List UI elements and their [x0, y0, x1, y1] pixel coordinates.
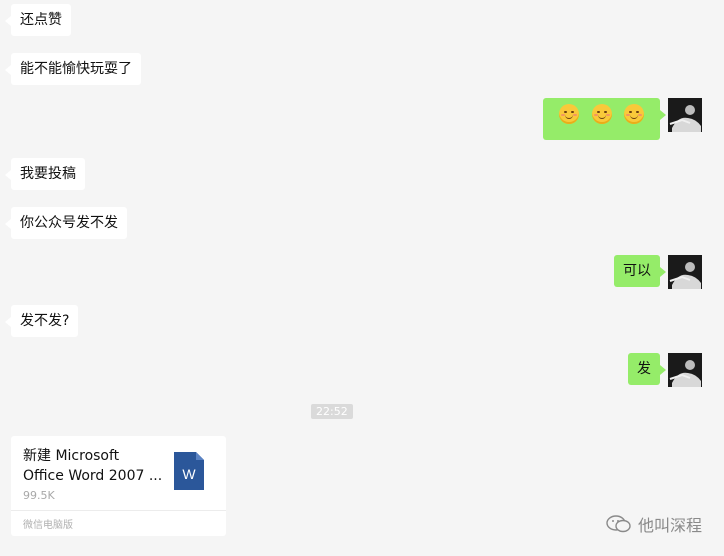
- avatar-image-icon: [668, 255, 702, 289]
- watermark: 他叫深程: [606, 512, 702, 536]
- outgoing-message[interactable]: 发: [628, 353, 666, 385]
- message-text: 发不发?: [20, 313, 70, 329]
- wechat-logo-icon: [606, 515, 631, 533]
- message-text: 你公众号发不发: [20, 215, 118, 231]
- file-size: 99.5K: [23, 489, 55, 502]
- message-text: 可以: [623, 263, 651, 279]
- outgoing-emoji-message[interactable]: [543, 98, 666, 140]
- file-source-label: 微信电脑版: [23, 520, 73, 531]
- message-text: 还点赞: [20, 12, 62, 28]
- incoming-message[interactable]: 能不能愉快玩耍了: [5, 53, 141, 85]
- divider: [11, 510, 226, 511]
- chat-window: 还点赞 能不能愉快玩耍了 我要投稿 你公众号发不发 可以 发不发? 发 22:5…: [0, 0, 724, 556]
- message-text: 能不能愉快玩耍了: [20, 61, 132, 77]
- incoming-message[interactable]: 我要投稿: [5, 158, 85, 190]
- word-icon-letter: W: [182, 466, 196, 482]
- incoming-message[interactable]: 发不发?: [4, 305, 79, 337]
- avatar-image-icon: [668, 98, 702, 132]
- message-text: 发: [637, 361, 651, 377]
- avatar[interactable]: [668, 255, 702, 289]
- message-timestamp: 22:52: [311, 404, 353, 419]
- incoming-message[interactable]: 你公众号发不发: [5, 207, 127, 239]
- file-message-card[interactable]: 新建 Microsoft Office Word 2007 ... 99.5K …: [11, 436, 226, 536]
- watermark-text: 他叫深程: [637, 516, 702, 535]
- file-name: 新建 Microsoft Office Word 2007 ...: [23, 448, 163, 484]
- message-text: 我要投稿: [20, 166, 76, 182]
- smiling-face-emoji-icon: [624, 104, 644, 124]
- avatar-image-icon: [668, 353, 702, 387]
- smiling-face-emoji-icon: [591, 104, 612, 124]
- outgoing-message[interactable]: 可以: [614, 255, 666, 287]
- incoming-message[interactable]: 还点赞: [5, 4, 71, 36]
- avatar[interactable]: [668, 353, 702, 387]
- smiling-face-emoji-icon: [559, 104, 580, 124]
- word-document-icon: W: [174, 452, 204, 490]
- avatar[interactable]: [668, 98, 702, 132]
